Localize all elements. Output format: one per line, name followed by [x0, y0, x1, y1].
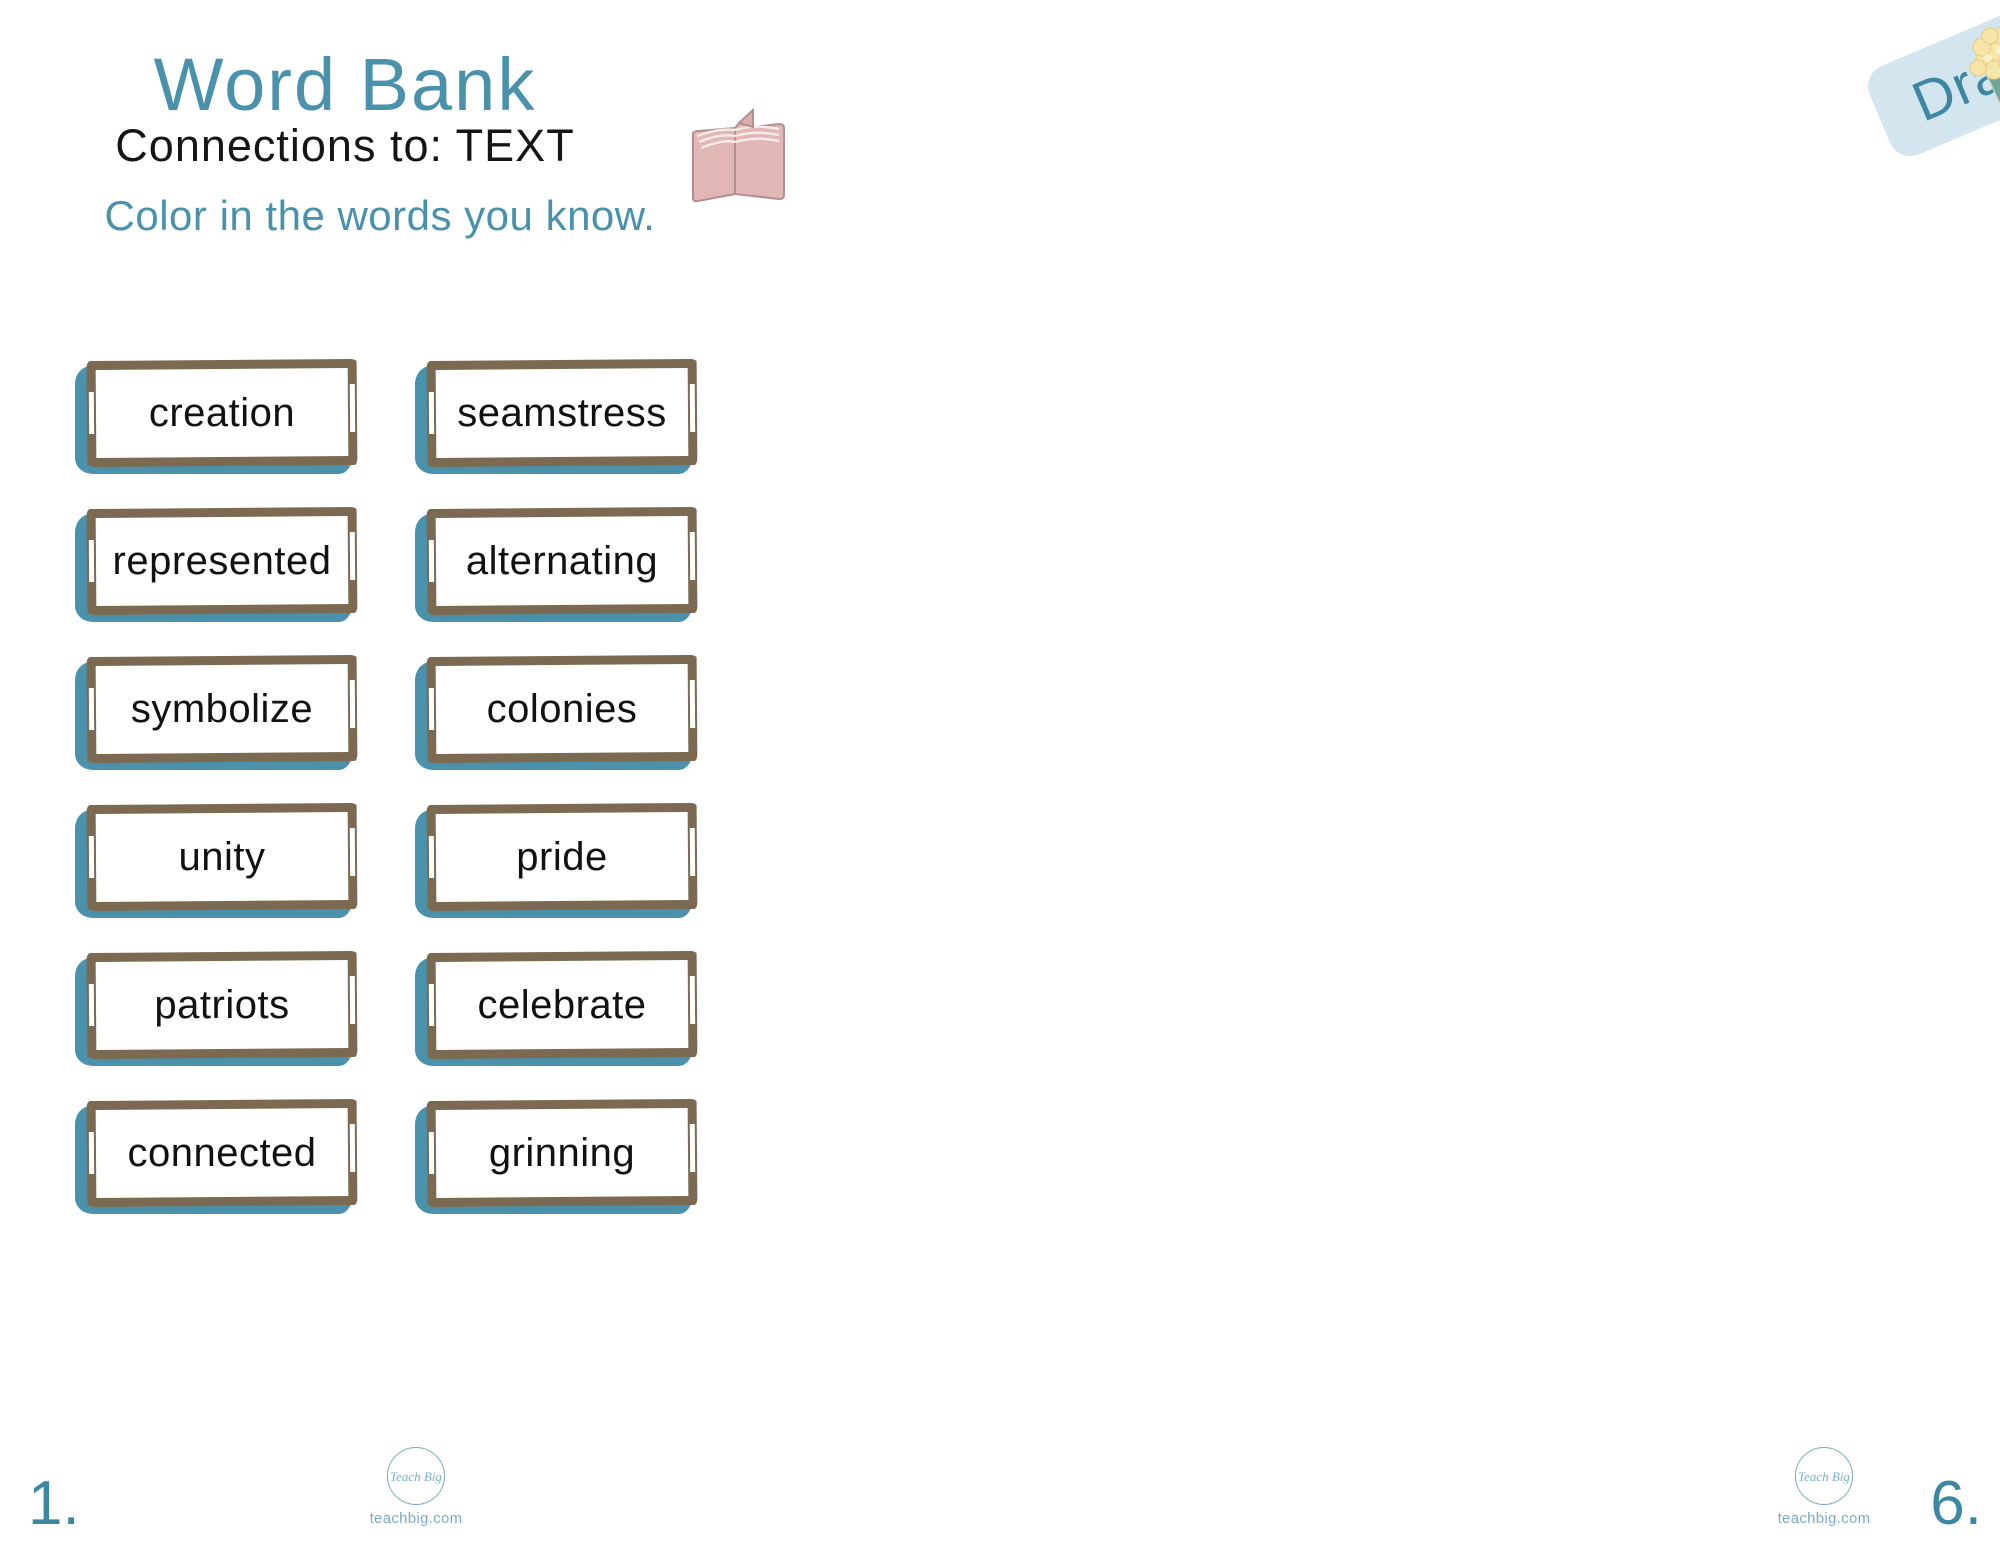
word-label: seamstress — [457, 390, 667, 435]
word-label: unity — [178, 834, 266, 879]
word-card[interactable]: seamstress — [415, 358, 705, 480]
word-card[interactable]: unity — [75, 802, 365, 924]
logo-mark-text: Teach Big — [1798, 1468, 1850, 1484]
logo-mark-text: Teach Big — [390, 1468, 442, 1484]
word-label: patriots — [154, 982, 290, 1027]
word-card[interactable]: creation — [75, 358, 365, 480]
popcorn-icon — [1969, 26, 2000, 149]
page-title: Word Bank — [153, 43, 537, 126]
word-label: creation — [148, 390, 296, 435]
word-label: represented — [112, 538, 332, 583]
page-instruction: Color in the words you know. — [104, 192, 656, 239]
word-label: colonies — [486, 686, 638, 731]
logo-url: teachbig.com — [369, 1510, 463, 1527]
word-bank-page: Word Bank Connections to: TEXT Color in … — [0, 0, 862, 1545]
word-card[interactable]: patriots — [75, 950, 365, 1072]
word-card[interactable]: alternating — [415, 506, 705, 628]
word-label: celebrate — [477, 982, 647, 1027]
teachbig-logo: Teach Big teachbig.com — [1758, 1447, 1890, 1527]
page-number-right: 6. — [1930, 1469, 1982, 1538]
drama-script-page: Drama 6. Teach Big teachbig.com — [862, 0, 2000, 1545]
page-subtitle: Connections to: TEXT — [115, 120, 575, 171]
word-card[interactable]: grinning — [415, 1098, 705, 1220]
word-label: grinning — [488, 1130, 636, 1175]
word-label: symbolize — [130, 686, 314, 731]
word-card[interactable]: represented — [75, 506, 365, 628]
teachbig-logo: Teach Big teachbig.com — [350, 1447, 482, 1527]
word-label: alternating — [465, 538, 659, 583]
word-bank-grid: creation seamstress represented alternat… — [75, 358, 795, 1220]
word-card[interactable]: connected — [75, 1098, 365, 1220]
worksheet-spread: Word Bank Connections to: TEXT Color in … — [0, 0, 2000, 1545]
word-card[interactable]: pride — [415, 802, 705, 924]
word-label: pride — [516, 834, 608, 879]
word-card[interactable]: colonies — [415, 654, 705, 776]
word-card[interactable]: celebrate — [415, 950, 705, 1072]
logo-url: teachbig.com — [1777, 1510, 1871, 1527]
logo-ring-icon: Teach Big — [387, 1447, 445, 1505]
word-card[interactable]: symbolize — [75, 654, 365, 776]
word-label: connected — [127, 1130, 317, 1175]
page-number-left: 1. — [28, 1469, 80, 1538]
logo-ring-icon: Teach Big — [1795, 1447, 1853, 1505]
